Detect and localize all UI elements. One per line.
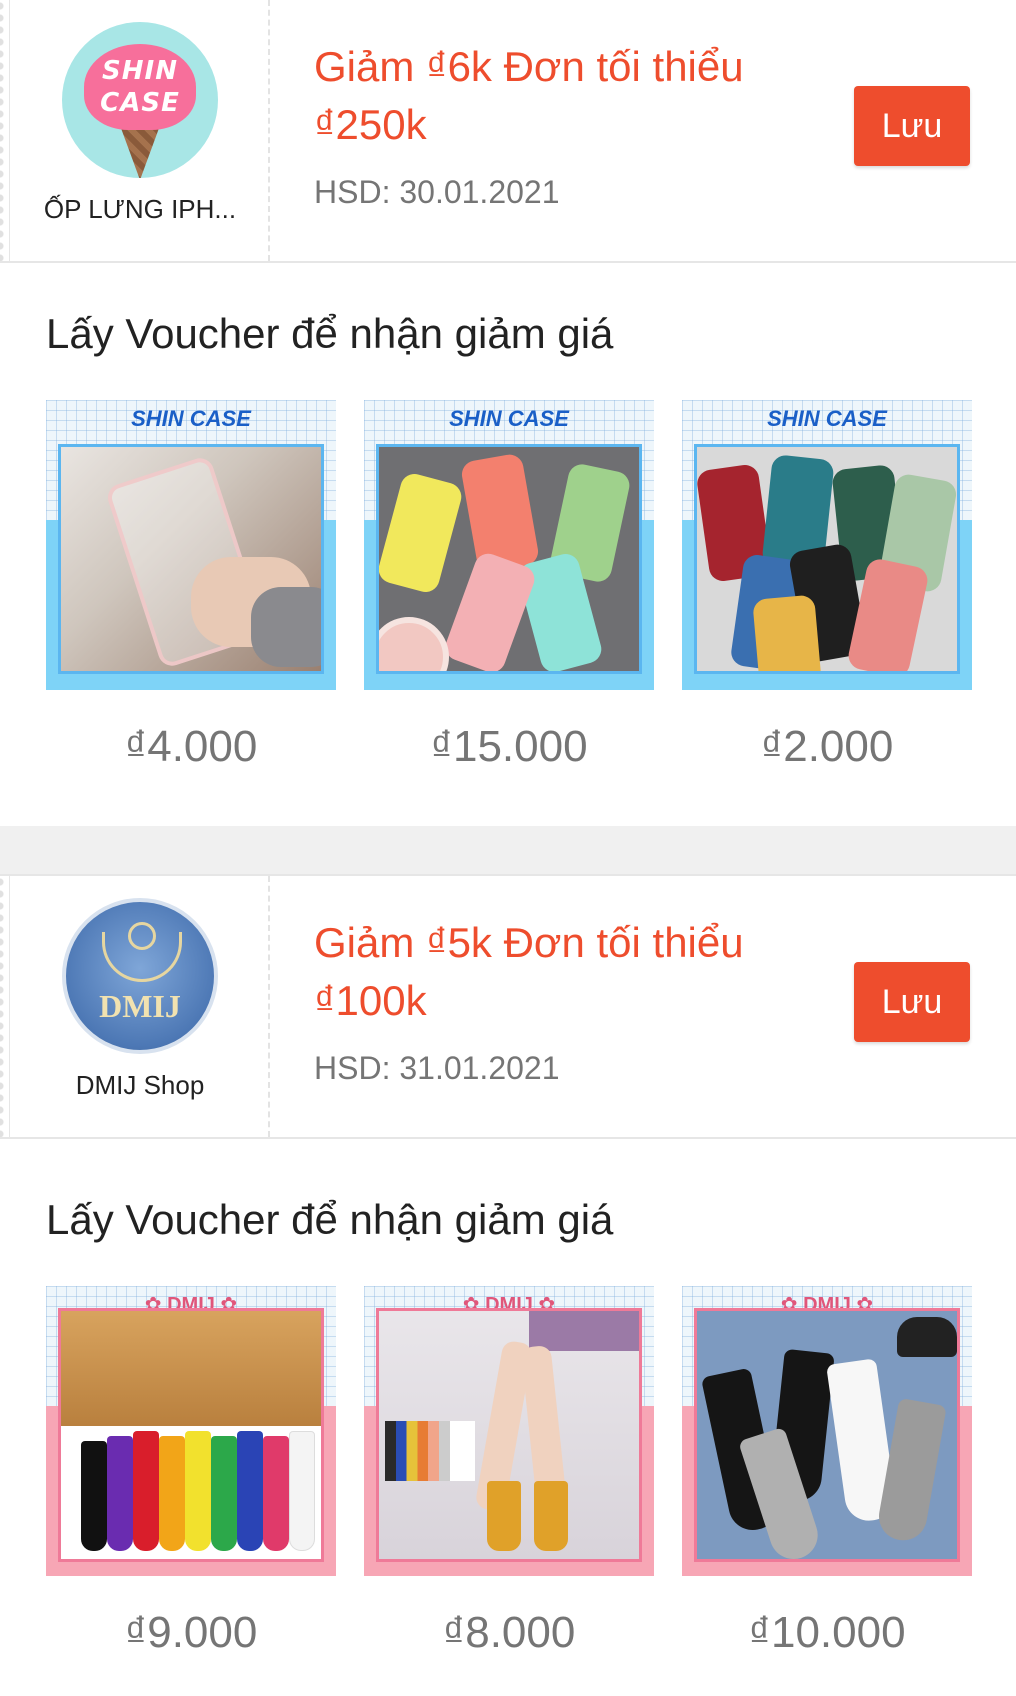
logo-text-line1: SHIN: [102, 56, 178, 86]
voucher-title: Giảm ₫5k Đơn tối thiểu ₫100k: [314, 914, 814, 1030]
sock-white: [289, 1431, 315, 1551]
product-card[interactable]: SHIN CASE: [682, 400, 972, 690]
phone-case-coral: [459, 452, 541, 574]
sock-swatches: [385, 1421, 475, 1481]
shop-logo-dmij[interactable]: DMIJ: [62, 898, 218, 1054]
product-card[interactable]: SHIN CASE: [364, 400, 654, 690]
sock-green: [211, 1436, 237, 1551]
shop-pane[interactable]: SHIN CASE ỐP LƯNG IPH...: [10, 0, 270, 261]
section-divider: [0, 826, 1016, 874]
logo-text-line2: CASE: [100, 88, 180, 118]
product-image: [58, 444, 324, 674]
cup-image: [379, 617, 449, 671]
phone-case-yellow: [379, 470, 465, 596]
product-image: [376, 444, 642, 674]
skirt-image: [529, 1311, 639, 1351]
product-price: ₫8.000: [442, 1608, 576, 1657]
shoe-image: [897, 1317, 957, 1357]
shop-pane[interactable]: DMIJ DMIJ Shop: [10, 876, 270, 1137]
voucher-title-line1: Giảm ₫6k Đơn tối thiểu: [314, 43, 744, 90]
phone-case-mustard: [752, 594, 824, 671]
sock-mustard: [487, 1481, 521, 1551]
sleeve-image: [251, 587, 321, 667]
sock-red: [133, 1431, 159, 1551]
product-card[interactable]: ✿ DMIJ ✿: [682, 1286, 972, 1576]
save-voucher-button[interactable]: Lưu: [854, 86, 970, 166]
ticket-edge: [0, 0, 10, 261]
product-card[interactable]: ✿ DMIJ ✿: [364, 1286, 654, 1576]
save-voucher-button[interactable]: Lưu: [854, 962, 970, 1042]
sock-yellow: [185, 1431, 211, 1551]
voucher-title: Giảm ₫6k Đơn tối thiểu ₫250k: [314, 38, 814, 154]
product-price: ₫9.000: [124, 1608, 258, 1657]
voucher-title-line2: ₫100k: [314, 977, 427, 1024]
sock-orange: [159, 1436, 185, 1551]
product-image: [694, 1308, 960, 1562]
shop-name: ỐP LƯNG IPH...: [43, 194, 237, 224]
voucher-expiry: HSD: 30.01.2021: [314, 174, 560, 210]
product-brand: SHIN CASE: [767, 406, 887, 431]
product-image: [694, 444, 960, 674]
product-price: ₫10.000: [748, 1608, 906, 1657]
sock-red: [81, 1441, 107, 1551]
product-price: ₫2.000: [760, 722, 894, 771]
product-price: ₫4.000: [124, 722, 258, 771]
ticket-edge: [0, 876, 10, 1137]
phone-case-pink: [441, 549, 539, 671]
product-brand: SHIN CASE: [131, 406, 251, 431]
sock-pink: [263, 1436, 289, 1551]
sock-mustard: [534, 1481, 568, 1551]
voucher-card-dmij: DMIJ DMIJ Shop Giảm ₫5k Đơn tối thiểu ₫1…: [0, 874, 1016, 1139]
promo-heading: Lấy Voucher để nhận giảm giá: [46, 310, 614, 357]
product-image: [58, 1308, 324, 1562]
crown-icon: [102, 932, 182, 982]
sock-gray: [875, 1397, 947, 1545]
voucher-card-shin-case: SHIN CASE ỐP LƯNG IPH... Giảm ₫6k Đơn tố…: [0, 0, 1016, 263]
sock-blue: [237, 1431, 263, 1551]
product-card[interactable]: ✿ DMIJ ✿: [46, 1286, 336, 1576]
product-price: ₫15.000: [430, 722, 588, 771]
shop-name: DMIJ Shop: [75, 1070, 205, 1100]
shop-logo-shin-case[interactable]: SHIN CASE: [62, 22, 218, 178]
product-image: [376, 1308, 642, 1562]
voucher-title-line1: Giảm ₫5k Đơn tối thiểu: [314, 919, 744, 966]
voucher-title-line2: ₫250k: [314, 101, 427, 148]
product-card[interactable]: SHIN CASE: [46, 400, 336, 690]
floor-image: [61, 1311, 321, 1426]
sock-purple: [107, 1436, 133, 1551]
voucher-expiry: HSD: 31.01.2021: [314, 1050, 560, 1086]
product-brand: SHIN CASE: [449, 406, 569, 431]
promo-heading: Lấy Voucher để nhận giảm giá: [46, 1196, 614, 1243]
logo-text: DMIJ: [99, 988, 181, 1024]
